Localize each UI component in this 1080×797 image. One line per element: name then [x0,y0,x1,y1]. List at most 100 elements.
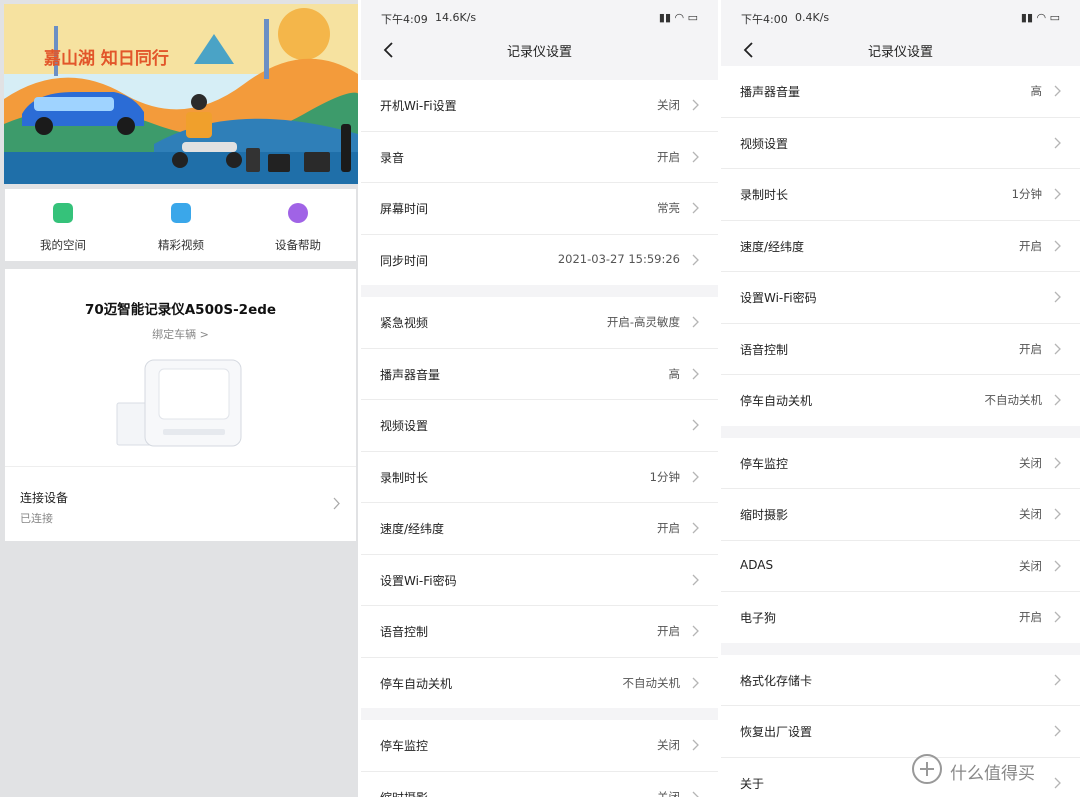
settings-row-label: 开机Wi-Fi设置 [380,99,457,113]
question-icon [288,203,308,223]
chevron-right-icon [1054,85,1061,97]
settings-row-value: 开启 [1019,341,1042,356]
settings-row[interactable]: 缩时摄影 关闭 [361,772,718,797]
settings-row-label: 视频设置 [380,419,429,433]
settings-row[interactable]: 停车监控 关闭 [361,720,718,772]
quick-action-label: 精彩视频 [158,238,204,252]
settings-row[interactable]: 速度/经纬度 开启 [721,221,1080,272]
settings-row-value: 关闭 [1019,455,1042,470]
settings-row[interactable]: 设置Wi-Fi密码 [721,272,1080,324]
chevron-right-icon [1054,291,1061,303]
settings-row[interactable]: 开机Wi-Fi设置 关闭 [361,80,718,132]
device-home-screen: 嘉山湖 知日同行 我的空间 精彩视频 设备帮助 70迈智能记录仪A500S-2e… [0,0,360,797]
settings-row-label: 缩时摄影 [380,789,428,797]
quick-action-my-space[interactable]: 我的空间 [8,203,118,253]
settings-row-value: 不自动关机 [984,393,1043,407]
settings-row-value: 开启 [1019,238,1042,253]
settings-row-value: 1分钟 [1011,187,1042,201]
settings-row-value: 1分钟 [649,469,680,484]
settings-row[interactable]: 停车自动关机 不自动关机 [361,658,718,709]
dashcam-illustration [116,359,242,447]
signal-wifi-battery-icon: ▮▮ ◠ ▭ [658,11,698,24]
chevron-right-icon [692,574,699,585]
settings-row-label: 关于 [740,776,765,791]
settings-row[interactable]: 视频设置 [721,118,1080,169]
settings-row-value: 不自动关机 [622,675,681,690]
header: 记录仪设置 [361,36,718,66]
watermark-text: 什么值得买 [950,764,1035,784]
settings-row[interactable]: 缩时摄影 关闭 [721,489,1080,541]
banner-title: 嘉山湖 知日同行 [44,49,169,69]
quick-action-label: 设备帮助 [275,238,321,252]
chevron-right-icon [692,739,699,751]
chevron-right-icon [692,316,699,328]
status-time: 下午4:09 [381,13,428,26]
chevron-right-icon [692,254,699,265]
chevron-right-icon [1054,457,1061,468]
settings-row-value: 关闭 [657,98,680,112]
settings-row[interactable]: 同步时间 2021-03-27 15:59:26 [361,235,718,286]
settings-row[interactable]: 语音控制 开启 [721,324,1080,375]
settings-row[interactable]: 停车监控 关闭 [721,438,1080,489]
settings-row[interactable]: 录制时长 1分钟 [721,169,1080,221]
settings-row-label: 录制时长 [380,470,429,485]
page-title: 记录仪设置 [867,45,933,60]
settings-row[interactable]: ADAS 关闭 [721,541,1080,592]
settings-row-value: 关闭 [1019,558,1042,573]
chevron-right-icon[interactable] [333,497,341,510]
device-card: 70迈智能记录仪A500S-2ede 绑定车辆 > 连接设备 已连接 [5,269,356,541]
settings-row[interactable]: 恢复出厂设置 [721,706,1080,758]
settings-row[interactable]: 紧急视频 开启-高灵敏度 [361,297,718,349]
chevron-right-icon [1054,343,1061,354]
quick-action-help[interactable]: 设备帮助 [243,203,353,253]
quick-action-label: 我的空间 [40,238,86,252]
signal-wifi-battery-icon: ▮▮ ◠ ▭ [1020,11,1060,24]
chevron-right-icon [692,151,699,162]
settings-row-label: 录音 [380,150,405,165]
settings-row[interactable]: 格式化存储卡 [721,655,1080,706]
settings-row[interactable]: 播声器音量 高 [361,349,718,400]
settings-row[interactable]: 播声器音量 高 [721,66,1080,118]
chevron-right-icon [692,522,699,534]
status-bar: 下午4:09 14.6K/s ▮▮ ◠ ▭ [361,8,718,28]
connection-label[interactable]: 连接设备 [20,489,68,506]
settings-row-value: 高 [1030,84,1043,98]
settings-row[interactable]: 录音 开启 [361,132,718,183]
settings-row-label: 语音控制 [380,625,429,639]
chevron-right-icon [1054,188,1061,200]
status-time: 下午4:00 [741,13,788,26]
settings-row-label: 格式化存储卡 [740,673,813,688]
settings-row-label: 停车自动关机 [740,394,813,408]
settings-row[interactable]: 语音控制 开启 [361,606,718,658]
promo-banner[interactable]: 嘉山湖 知日同行 [4,4,358,184]
settings-group: 停车监控关闭缩时摄影关闭 [361,720,718,797]
chevron-right-icon [692,202,699,214]
settings-row-label: 播声器音量 [740,85,801,99]
settings-row[interactable]: 电子狗 开启 [721,592,1080,643]
settings-group: 播声器音量 高视频设置 录制时长 1分钟 速度/经纬度 开启 设置Wi-Fi密码 语音控制 开启… [721,66,1080,426]
device-name: 70迈智能记录仪A500S-2ede [84,302,277,318]
chevron-right-icon [1054,611,1061,623]
settings-row[interactable]: 停车自动关机 不自动关机 [721,375,1080,426]
settings-row[interactable]: 视频设置 [361,400,718,452]
quick-action-videos[interactable]: 精彩视频 [126,203,236,253]
chevron-right-icon [692,368,699,379]
settings-screen-2: 下午4:00 0.4K/s ▮▮ ◠ ▭ 记录仪设置 播声器音量 高视频设置 录制时… [721,0,1080,797]
chevron-right-icon [1054,240,1061,251]
bind-car-link[interactable]: 绑定车辆 > [5,326,356,342]
settings-row[interactable]: 录制时长 1分钟 [361,452,718,503]
settings-row-label: 电子狗 [740,611,777,625]
settings-row-label: 速度/经纬度 [380,522,445,536]
page-title: 记录仪设置 [506,45,572,60]
settings-row-label: 播声器音量 [380,367,441,382]
settings-row-value: 开启 [657,624,680,638]
settings-row[interactable]: 设置Wi-Fi密码 [361,555,718,606]
chevron-right-icon [1054,725,1061,737]
settings-row[interactable]: 速度/经纬度 开启 [361,503,718,555]
settings-row[interactable]: 屏幕时间 常亮 [361,183,718,235]
settings-row-label: 同步时间 [380,253,429,268]
chevron-right-icon [1054,137,1061,148]
settings-group: 开机Wi-Fi设置 关闭录音 开启 屏幕时间 常亮 同步时间 2021-03-27 15:5… [361,80,718,285]
status-bar: 下午4:00 0.4K/s ▮▮ ◠ ▭ [721,8,1080,28]
chevron-right-icon [692,99,699,111]
